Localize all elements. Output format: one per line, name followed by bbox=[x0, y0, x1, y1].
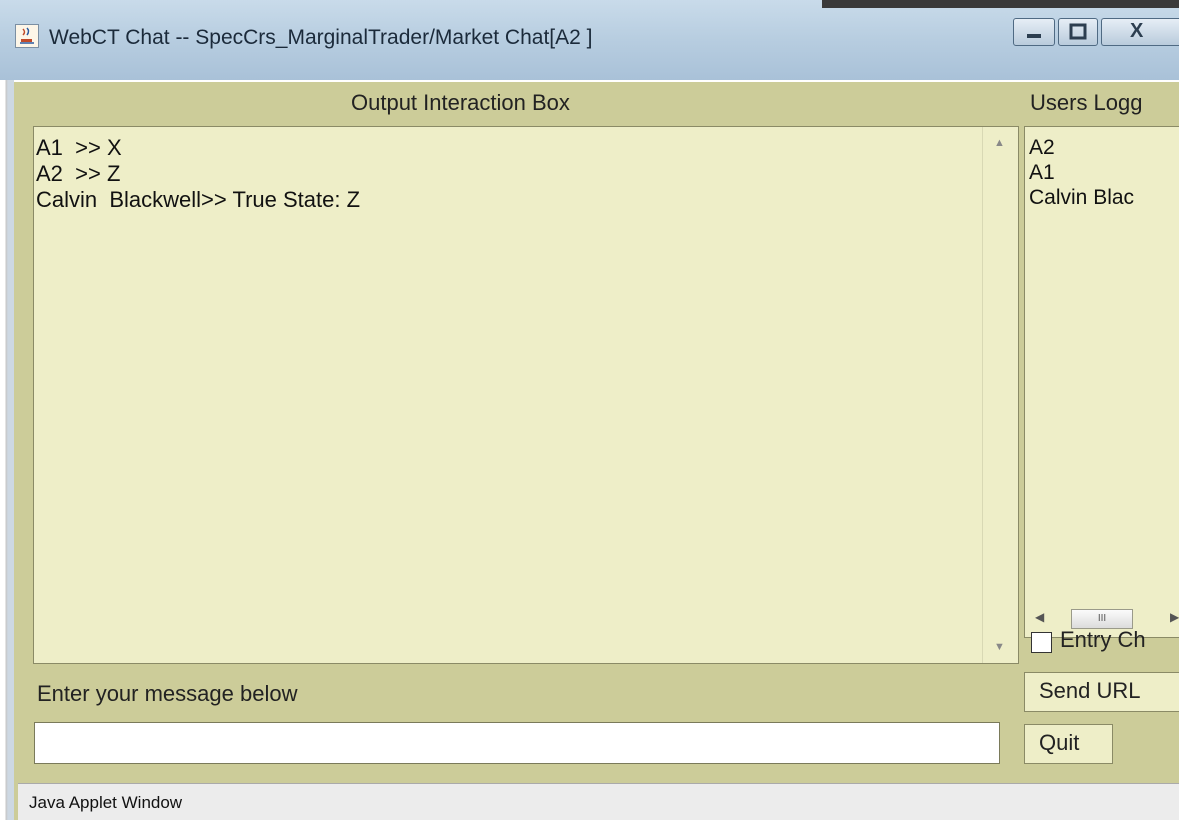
message-line: A2 >> Z bbox=[36, 161, 121, 186]
message-input[interactable] bbox=[34, 722, 1000, 764]
message-list: A1 >> X A2 >> Z Calvin Blackwell>> True … bbox=[34, 135, 360, 213]
user-list: A2 A1 Calvin Blac bbox=[1025, 135, 1134, 210]
message-line: Calvin Blackwell>> True State: Z bbox=[36, 187, 361, 212]
send-url-button[interactable]: Send URL bbox=[1024, 672, 1179, 712]
window-title: WebCT Chat -- SpecCrs_MarginalTrader/Mar… bbox=[49, 26, 593, 49]
user-item[interactable]: A1 bbox=[1029, 160, 1134, 185]
maximize-button[interactable] bbox=[1058, 18, 1098, 46]
arrow-left-icon[interactable]: ◀ bbox=[1035, 610, 1044, 624]
message-line: A1 >> X bbox=[36, 135, 122, 160]
users-panel-heading: Users Logg bbox=[1030, 90, 1143, 115]
arrow-down-icon[interactable]: ▼ bbox=[994, 641, 1005, 653]
window-title-bar[interactable]: WebCT Chat -- SpecCrs_MarginalTrader/Mar… bbox=[0, 0, 1179, 80]
entry-checkbox[interactable] bbox=[1031, 632, 1052, 653]
output-panel-heading: Output Interaction Box bbox=[351, 90, 570, 115]
minimize-button[interactable] bbox=[1013, 18, 1055, 46]
background-window-edge bbox=[822, 0, 1179, 8]
status-bar: Java Applet Window bbox=[18, 783, 1179, 820]
java-cup-icon[interactable] bbox=[15, 24, 39, 48]
status-text: Java Applet Window bbox=[29, 793, 183, 812]
close-icon: X bbox=[1130, 20, 1144, 42]
output-interaction-box[interactable]: A1 >> X A2 >> Z Calvin Blackwell>> True … bbox=[33, 126, 1019, 664]
close-button[interactable]: X bbox=[1101, 18, 1179, 46]
users-logged-list[interactable]: A2 A1 Calvin Blac ◀ III ▶ bbox=[1024, 126, 1179, 638]
window-left-border bbox=[0, 80, 14, 820]
message-input-label: Enter your message below bbox=[37, 681, 298, 706]
user-item[interactable]: A2 bbox=[1029, 135, 1134, 160]
arrow-up-icon[interactable]: ▲ bbox=[994, 137, 1005, 149]
user-item[interactable]: Calvin Blac bbox=[1029, 185, 1134, 210]
arrow-right-icon[interactable]: ▶ bbox=[1170, 610, 1179, 624]
output-vertical-scrollbar[interactable]: ▲ ▼ bbox=[982, 127, 1018, 663]
entry-checkbox-label: Entry Ch bbox=[1060, 627, 1146, 652]
quit-button[interactable]: Quit bbox=[1024, 724, 1113, 764]
scrollbar-thumb[interactable]: III bbox=[1071, 609, 1133, 629]
